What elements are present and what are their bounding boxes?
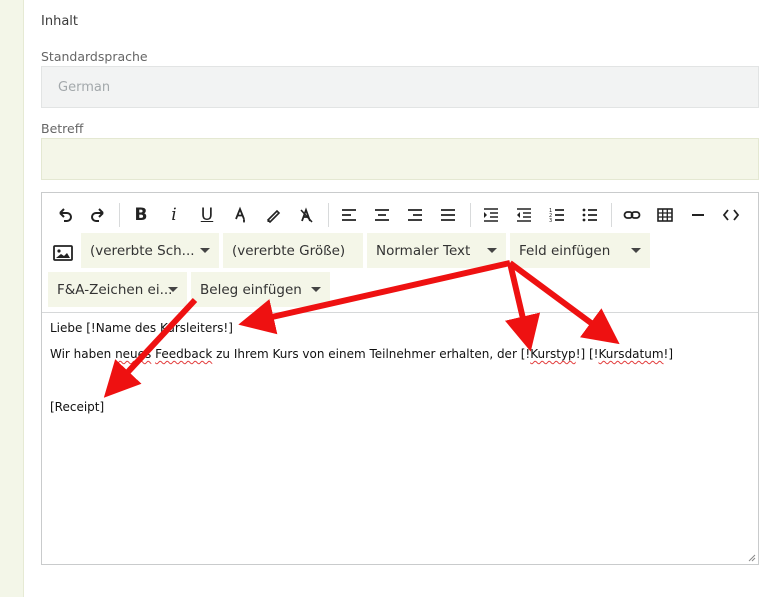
- toolbar-separator: [119, 203, 120, 227]
- language-label: Standardsprache: [41, 49, 148, 64]
- text-color-icon[interactable]: [226, 203, 254, 227]
- clear-format-icon[interactable]: [292, 203, 320, 227]
- underline-icon[interactable]: U: [193, 203, 221, 227]
- body-text: !] [!: [575, 347, 599, 361]
- insert-field-dropdown[interactable]: Feld einfügen: [510, 233, 650, 268]
- greeting-text: Liebe: [50, 321, 87, 335]
- highlight-icon[interactable]: [259, 203, 287, 227]
- placeholder-course-date: Kursdatum: [598, 347, 664, 361]
- undo-icon[interactable]: [51, 203, 79, 227]
- chevron-down-icon: [487, 248, 497, 253]
- rich-text-editor: B i U 123 (vererbte Sch... (vererbte Grö…: [41, 192, 759, 565]
- editor-toolbar: B i U 123 (vererbte Sch... (vererbte Grö…: [42, 193, 758, 313]
- placeholder-course-type: Kurstyp: [530, 347, 576, 361]
- font-family-value: (vererbte Sch...: [90, 242, 195, 259]
- insert-field-label: Feld einfügen: [519, 242, 611, 259]
- subject-label: Betreff: [41, 121, 84, 136]
- font-family-dropdown[interactable]: (vererbte Sch...: [81, 233, 219, 268]
- align-right-icon[interactable]: [401, 203, 429, 227]
- insert-faq-dropdown[interactable]: F&A-Zeichen ei...: [48, 272, 187, 307]
- misspelled-word: neues: [115, 347, 152, 361]
- section-title: Inhalt: [41, 14, 78, 29]
- italic-icon[interactable]: i: [160, 203, 188, 227]
- font-size-dropdown[interactable]: (vererbte Größe): [223, 233, 363, 268]
- language-select-value: German: [58, 80, 111, 95]
- link-icon[interactable]: [618, 203, 646, 227]
- chevron-down-icon: [631, 248, 641, 253]
- content-line-greeting: Liebe [!Name des Kursleiters!]: [50, 321, 233, 335]
- paragraph-format-dropdown[interactable]: Normaler Text: [367, 233, 506, 268]
- content-line-body: Wir haben neues Feedback zu Ihrem Kurs v…: [50, 347, 673, 361]
- chevron-down-icon: [311, 287, 321, 292]
- left-sidebar-strip: [0, 0, 24, 597]
- paragraph-format-value: Normaler Text: [376, 242, 471, 259]
- misspelled-word: Feedback: [155, 347, 213, 361]
- resize-handle-icon[interactable]: [746, 552, 756, 562]
- outdent-icon[interactable]: [510, 203, 538, 227]
- body-text: !]: [663, 347, 674, 361]
- align-justify-icon[interactable]: [434, 203, 462, 227]
- insert-receipt-label: Beleg einfügen: [200, 281, 302, 298]
- ordered-list-icon[interactable]: 123: [543, 203, 571, 227]
- body-text: Wir haben: [50, 347, 116, 361]
- chevron-down-icon: [200, 248, 210, 253]
- indent-icon[interactable]: [477, 203, 505, 227]
- image-icon[interactable]: [51, 241, 75, 265]
- redo-icon[interactable]: [84, 203, 112, 227]
- toolbar-separator: [470, 203, 471, 227]
- language-select[interactable]: German: [41, 66, 759, 108]
- bullet-list-icon[interactable]: [576, 203, 604, 227]
- horizontal-rule-icon[interactable]: [684, 203, 712, 227]
- insert-faq-label: F&A-Zeichen ei...: [57, 281, 173, 298]
- toolbar-separator: [611, 203, 612, 227]
- align-left-icon[interactable]: [335, 203, 363, 227]
- body-text: zu Ihrem Kurs von einem Teilnehmer erhal…: [212, 347, 531, 361]
- chevron-down-icon: [168, 287, 178, 292]
- align-center-icon[interactable]: [368, 203, 396, 227]
- svg-text:3: 3: [549, 218, 552, 224]
- subject-input[interactable]: [41, 138, 759, 180]
- bold-icon[interactable]: B: [127, 203, 155, 227]
- insert-receipt-dropdown[interactable]: Beleg einfügen: [191, 272, 330, 307]
- code-view-icon[interactable]: [717, 203, 745, 227]
- table-icon[interactable]: [651, 203, 679, 227]
- font-size-value: (vererbte Größe): [232, 242, 346, 259]
- toolbar-separator: [328, 203, 329, 227]
- placeholder-instructor-name: [!Name des Kursleiters!]: [86, 321, 233, 335]
- placeholder-receipt: [Receipt]: [50, 400, 105, 414]
